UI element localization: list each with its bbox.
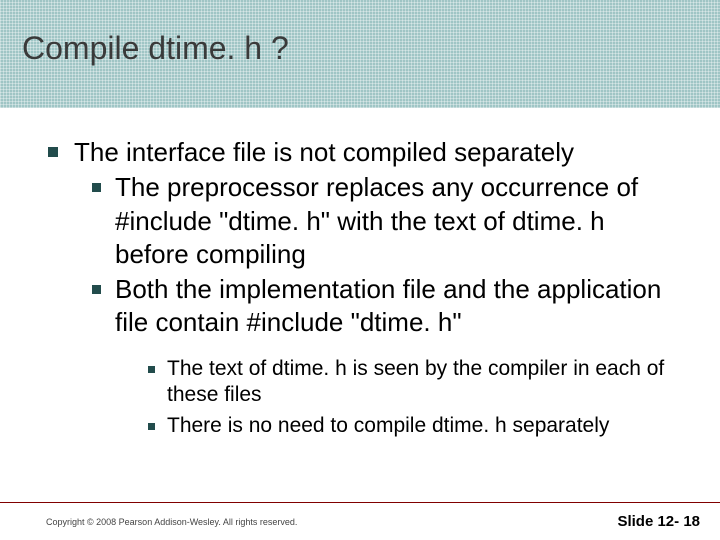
bullet-level2: The preprocessor replaces any occurrence…: [92, 171, 680, 271]
bullet-icon: [92, 285, 101, 294]
bullet-text: The preprocessor replaces any occurrence…: [115, 171, 680, 271]
slide-title: Compile dtime. h ?: [22, 30, 720, 67]
slide-body: The interface file is not compiled separ…: [0, 108, 720, 440]
bullet-level2: Both the implementation file and the app…: [92, 273, 680, 340]
slide-header: Compile dtime. h ?: [0, 0, 720, 108]
bullet-text: The interface file is not compiled separ…: [74, 136, 574, 169]
bullet-icon: [148, 423, 155, 430]
bullet-icon: [48, 147, 58, 157]
bullet-level3: There is no need to compile dtime. h sep…: [148, 413, 680, 440]
bullet-text: Both the implementation file and the app…: [115, 273, 680, 340]
bullet-level3: The text of dtime. h is seen by the comp…: [148, 356, 680, 410]
bullet-text: There is no need to compile dtime. h sep…: [167, 413, 609, 440]
bullet-text: The text of dtime. h is seen by the comp…: [167, 356, 680, 410]
slide-number: Slide 12- 18: [617, 513, 700, 530]
copyright-text: Copyright © 2008 Pearson Addison-Wesley.…: [46, 517, 297, 527]
bullet-level1: The interface file is not compiled separ…: [48, 136, 680, 169]
bullet-icon: [148, 366, 155, 373]
slide-footer: Copyright © 2008 Pearson Addison-Wesley.…: [0, 502, 720, 540]
bullet-icon: [92, 183, 101, 192]
